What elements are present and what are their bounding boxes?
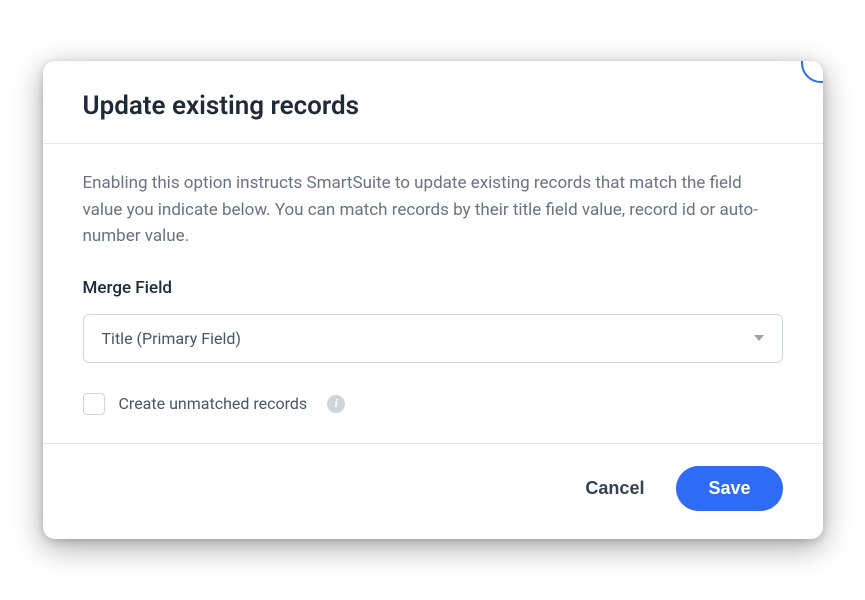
dialog-title: Update existing records: [83, 91, 783, 121]
chevron-down-icon: [754, 335, 764, 341]
dialog-header: Update existing records: [43, 61, 823, 144]
update-records-dialog: Update existing records Enabling this op…: [43, 61, 823, 538]
save-button[interactable]: Save: [676, 466, 782, 511]
dialog-footer: Cancel Save: [43, 443, 823, 539]
create-unmatched-row: Create unmatched records i: [83, 393, 783, 415]
info-icon[interactable]: i: [327, 395, 345, 413]
cancel-button[interactable]: Cancel: [581, 470, 648, 507]
merge-field-label: Merge Field: [83, 278, 783, 298]
create-unmatched-checkbox[interactable]: [83, 393, 105, 415]
create-unmatched-label: Create unmatched records: [119, 394, 308, 413]
dialog-body: Enabling this option instructs SmartSuit…: [43, 144, 823, 442]
merge-field-select[interactable]: Title (Primary Field): [83, 314, 783, 363]
dialog-description: Enabling this option instructs SmartSuit…: [83, 170, 783, 249]
merge-field-selected-value: Title (Primary Field): [102, 329, 241, 348]
